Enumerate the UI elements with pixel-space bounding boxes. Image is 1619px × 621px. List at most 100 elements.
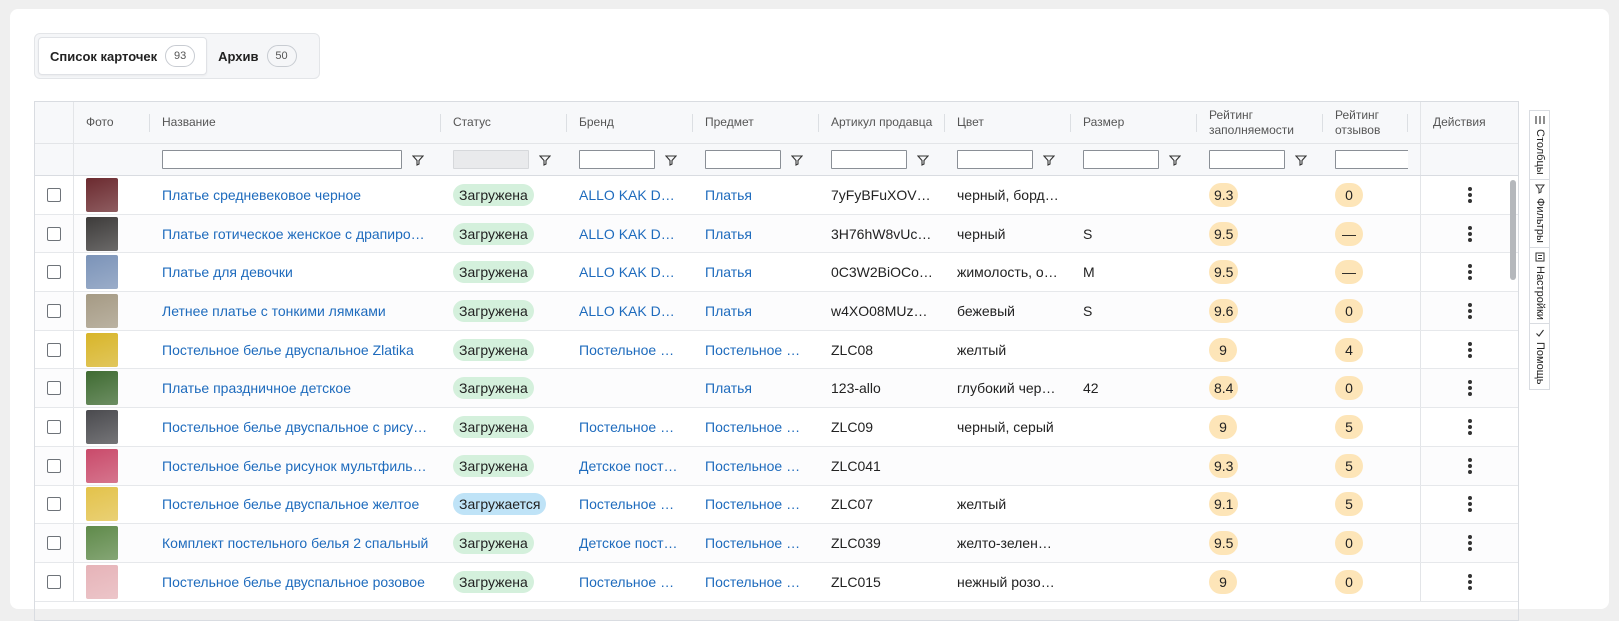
filter-icon[interactable]	[665, 154, 677, 166]
product-photo[interactable]	[86, 526, 118, 561]
row-checkbox[interactable]	[47, 458, 61, 473]
row-checkbox[interactable]	[47, 574, 61, 589]
more-vertical-icon[interactable]	[1467, 302, 1472, 319]
header-rating-reviews[interactable]: Рейтинг отзывов	[1323, 102, 1408, 143]
table-row[interactable]: Платье праздничное детское Загружена Плать…	[35, 369, 1518, 409]
brand-link[interactable]: ALLO KAK DELA	[579, 187, 681, 203]
product-photo[interactable]	[86, 371, 118, 406]
product-name-link[interactable]: Платье готическое женское с драпировк…	[162, 226, 429, 242]
row-checkbox[interactable]	[47, 265, 61, 280]
subject-link[interactable]: Постельное бе…	[705, 342, 807, 358]
subject-link[interactable]: Постельное бе…	[705, 458, 807, 474]
filter-brand-input[interactable]	[579, 150, 655, 169]
header-color[interactable]: Цвет	[945, 102, 1071, 143]
subject-link[interactable]: Постельное бе…	[705, 419, 807, 435]
product-photo[interactable]	[86, 177, 118, 212]
table-row[interactable]: Летнее платье с тонкими лямками Загружена…	[35, 292, 1518, 331]
brand-link[interactable]: ALLO KAK DELA	[579, 303, 681, 319]
filter-icon[interactable]	[1295, 154, 1307, 166]
row-checkbox[interactable]	[47, 187, 61, 202]
table-row[interactable]: Платье средневековое черное Загружена ALLO…	[35, 176, 1518, 215]
product-photo[interactable]	[86, 332, 118, 367]
product-photo[interactable]	[86, 487, 118, 522]
product-name-link[interactable]: Платье для девочки	[162, 264, 293, 280]
side-settings-button[interactable]: Настройки	[1530, 248, 1549, 325]
filter-rating-reviews-input[interactable]	[1335, 150, 1408, 169]
more-vertical-icon[interactable]	[1467, 573, 1472, 590]
table-row[interactable]: Платье для девочки Загружена ALLO KAK DELA…	[35, 253, 1518, 293]
filter-name-input[interactable]	[162, 150, 402, 169]
product-name-link[interactable]: Платье праздничное детское	[162, 380, 351, 396]
filter-subject-input[interactable]	[705, 150, 781, 169]
row-checkbox[interactable]	[47, 303, 61, 318]
row-checkbox[interactable]	[47, 342, 61, 357]
filter-size-input[interactable]	[1083, 150, 1159, 169]
table-row[interactable]: Постельное белье рисунок мультфильм … Заг…	[35, 446, 1518, 486]
subject-link[interactable]: Платья	[705, 226, 752, 242]
product-name-link[interactable]: Постельное белье рисунок мультфильм …	[162, 458, 429, 474]
filter-rating-fill-input[interactable]	[1209, 150, 1285, 169]
filter-icon[interactable]	[791, 154, 803, 166]
tab-cards-list[interactable]: Список карточек 93	[38, 37, 208, 75]
vertical-scrollbar[interactable]	[1508, 176, 1518, 620]
brand-link[interactable]: Постельное бе…	[579, 496, 681, 512]
row-checkbox[interactable]	[47, 536, 61, 551]
filter-icon[interactable]	[1169, 154, 1181, 166]
filter-color-input[interactable]	[957, 150, 1033, 169]
table-row[interactable]: Постельное белье двуспальное Zlatika Загр…	[35, 330, 1518, 370]
more-vertical-icon[interactable]	[1467, 225, 1472, 242]
table-row[interactable]: Комплект постельного белья 2 спальный Заг…	[35, 524, 1518, 563]
side-columns-button[interactable]: Столбцы	[1530, 111, 1549, 180]
filter-article-input[interactable]	[831, 150, 907, 169]
header-photo[interactable]: Фото	[74, 102, 150, 143]
product-name-link[interactable]: Постельное белье двуспальное желтое	[162, 496, 419, 512]
header-rating-fill[interactable]: Рейтинг заполняемости	[1197, 102, 1323, 143]
filter-icon[interactable]	[1043, 154, 1055, 166]
header-size[interactable]: Размер	[1071, 102, 1197, 143]
brand-link[interactable]: Постельное бе…	[579, 419, 681, 435]
brand-link[interactable]: Детское посте…	[579, 458, 681, 474]
subject-link[interactable]: Постельное бе…	[705, 535, 807, 551]
row-checkbox[interactable]	[47, 381, 61, 396]
filter-icon[interactable]	[539, 154, 551, 166]
header-article[interactable]: Артикул продавца	[819, 102, 945, 143]
tab-archive[interactable]: Архив 50	[207, 37, 307, 75]
filter-status-select[interactable]	[453, 150, 529, 169]
product-name-link[interactable]: Постельное белье двуспальное розовое	[162, 574, 425, 590]
more-vertical-icon[interactable]	[1467, 457, 1472, 474]
more-vertical-icon[interactable]	[1467, 186, 1472, 203]
more-vertical-icon[interactable]	[1467, 418, 1472, 435]
subject-link[interactable]: Платья	[705, 264, 752, 280]
subject-link[interactable]: Платья	[705, 187, 752, 203]
more-vertical-icon[interactable]	[1467, 496, 1472, 513]
subject-link[interactable]: Постельное бе…	[705, 574, 807, 590]
subject-link[interactable]: Платья	[705, 303, 752, 319]
brand-link[interactable]: ALLO KAK DELA	[579, 226, 681, 242]
row-checkbox[interactable]	[47, 226, 61, 241]
more-vertical-icon[interactable]	[1467, 264, 1472, 281]
subject-link[interactable]: Платья	[705, 380, 752, 396]
header-name[interactable]: Название	[150, 102, 441, 143]
product-photo[interactable]	[86, 564, 118, 599]
header-status[interactable]: Статус	[441, 102, 567, 143]
table-row[interactable]: Постельное белье двуспальное розовое Загр…	[35, 562, 1518, 602]
filter-icon[interactable]	[917, 154, 929, 166]
product-photo[interactable]	[86, 255, 118, 290]
subject-link[interactable]: Постельное бе…	[705, 496, 807, 512]
header-subject[interactable]: Предмет	[693, 102, 819, 143]
product-photo[interactable]	[86, 216, 118, 251]
row-checkbox[interactable]	[47, 497, 61, 512]
more-vertical-icon[interactable]	[1467, 341, 1472, 358]
product-name-link[interactable]: Постельное белье двуспальное Zlatika	[162, 342, 414, 358]
product-photo[interactable]	[86, 409, 118, 444]
table-row[interactable]: Постельное белье двуспальное с рисунк… За…	[35, 408, 1518, 447]
more-vertical-icon[interactable]	[1467, 380, 1472, 397]
product-name-link[interactable]: Постельное белье двуспальное с рисунк…	[162, 419, 429, 435]
product-name-link[interactable]: Летнее платье с тонкими лямками	[162, 303, 386, 319]
more-vertical-icon[interactable]	[1467, 535, 1472, 552]
brand-link[interactable]: Постельное бе…	[579, 574, 681, 590]
product-photo[interactable]	[86, 448, 118, 483]
brand-link[interactable]: Детское посте…	[579, 535, 681, 551]
row-checkbox[interactable]	[47, 419, 61, 434]
brand-link[interactable]: ALLO KAK DELA	[579, 264, 681, 280]
